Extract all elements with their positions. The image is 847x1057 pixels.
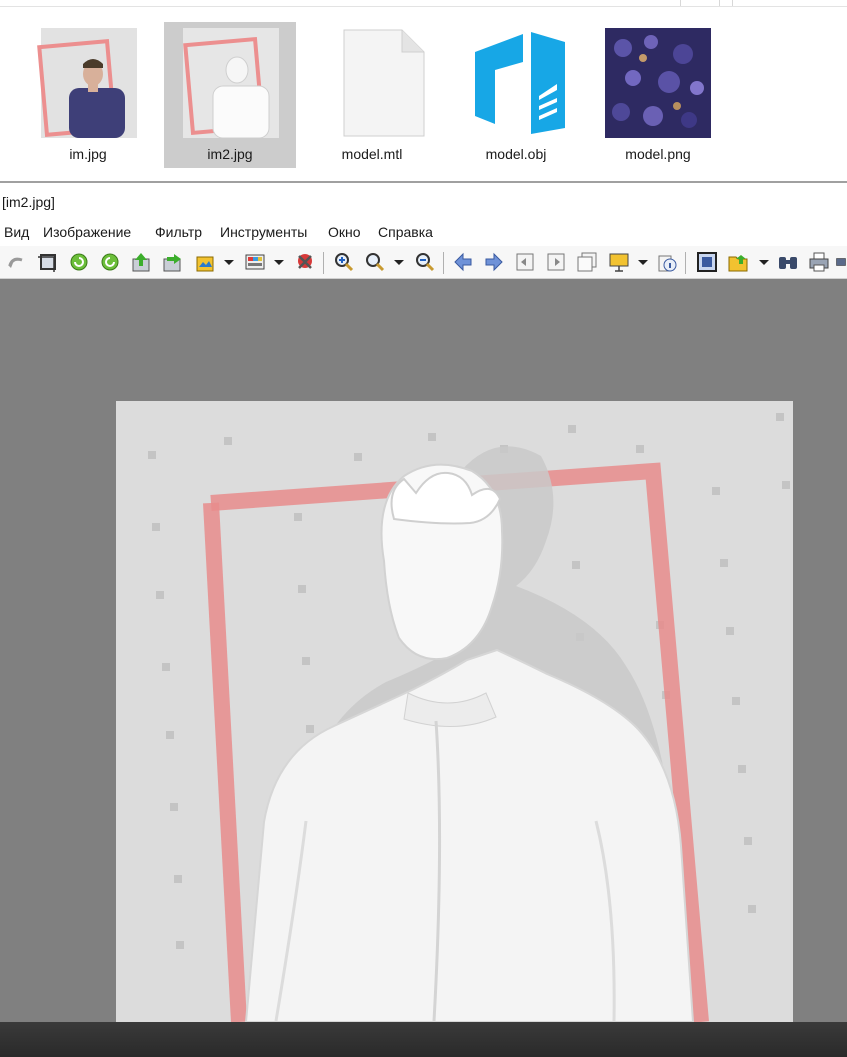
menu-tools[interactable]: Инструменты xyxy=(220,224,307,240)
open-folder-icon[interactable] xyxy=(726,250,750,274)
zoom-original-icon[interactable] xyxy=(363,250,387,274)
crop-icon[interactable] xyxy=(36,250,60,274)
color-palette-icon[interactable] xyxy=(243,250,267,274)
slideshow-dropdown[interactable] xyxy=(638,260,648,265)
file-name: im.jpg xyxy=(69,146,107,162)
rotate-right-icon[interactable] xyxy=(98,250,122,274)
toolbar xyxy=(0,246,847,279)
batch-convert-dropdown[interactable] xyxy=(224,260,234,265)
rotate-left-icon[interactable] xyxy=(67,250,91,274)
save-icon[interactable] xyxy=(160,250,184,274)
next-icon[interactable] xyxy=(482,250,506,274)
photo-thumbnail-icon xyxy=(183,28,279,138)
file-item-model-obj[interactable]: model.obj xyxy=(450,22,582,168)
page-icon[interactable] xyxy=(575,250,599,274)
batch-convert-icon[interactable] xyxy=(193,250,217,274)
print-icon[interactable] xyxy=(807,250,831,274)
previous-icon[interactable] xyxy=(451,250,475,274)
viewer-title-bar: [im2.jpg] xyxy=(0,184,847,220)
menu-view[interactable]: Вид xyxy=(4,224,29,240)
blank-file-icon xyxy=(343,29,425,137)
texture-thumbnail-icon xyxy=(605,28,711,138)
menu-filter[interactable]: Фильтр xyxy=(155,224,202,240)
scan-icon[interactable] xyxy=(836,250,847,274)
search-icon[interactable] xyxy=(776,250,800,274)
next-page-icon[interactable] xyxy=(544,250,568,274)
fit-window-icon[interactable] xyxy=(695,250,719,274)
info-icon[interactable] xyxy=(655,250,679,274)
image-canvas[interactable] xyxy=(0,279,847,1022)
first-page-icon[interactable] xyxy=(513,250,537,274)
file-explorer-pane: im.jpg im2.jpg model.mtl model.obj model… xyxy=(0,0,847,183)
zoom-dropdown[interactable] xyxy=(394,260,404,265)
slideshow-icon[interactable] xyxy=(607,250,631,274)
explorer-divider xyxy=(0,181,847,183)
view-toggle-box[interactable] xyxy=(680,0,720,6)
menu-window[interactable]: Окно xyxy=(328,224,361,240)
zoom-in-icon[interactable] xyxy=(332,250,356,274)
menu-bar: Вид Изображение Фильтр Инструменты Окно … xyxy=(0,220,847,246)
toolbar-separator xyxy=(443,252,444,274)
explorer-header-line xyxy=(0,0,847,7)
file-item-model-png[interactable]: model.png xyxy=(592,22,724,168)
color-palette-dropdown[interactable] xyxy=(274,260,284,265)
file-name: model.obj xyxy=(485,146,547,162)
file-item-model-mtl[interactable]: model.mtl xyxy=(306,22,438,168)
displayed-image[interactable] xyxy=(116,401,793,1022)
file-item-im-jpg[interactable]: im.jpg xyxy=(22,22,154,168)
file-name: model.png xyxy=(625,146,691,162)
file-name: im2.jpg xyxy=(207,146,253,162)
photo-thumbnail-icon xyxy=(37,28,137,138)
explorer-search-box[interactable] xyxy=(732,0,847,6)
toolbar-separator xyxy=(685,252,686,274)
taskbar xyxy=(0,1022,847,1057)
red-eye-icon[interactable] xyxy=(293,250,317,274)
file-item-im2-jpg[interactable]: im2.jpg xyxy=(164,22,296,168)
file-name: model.mtl xyxy=(341,146,403,162)
open-folder-dropdown[interactable] xyxy=(759,260,769,265)
menu-image[interactable]: Изображение xyxy=(43,224,131,240)
window-title: [im2.jpg] xyxy=(2,194,55,210)
zoom-out-icon[interactable] xyxy=(413,250,437,274)
open-icon[interactable] xyxy=(129,250,153,274)
rendered-person-photo xyxy=(116,401,793,1022)
undo-icon[interactable] xyxy=(5,250,29,274)
menu-help[interactable]: Справка xyxy=(378,224,433,240)
3d-object-file-icon xyxy=(475,32,565,134)
toolbar-separator xyxy=(323,252,324,274)
